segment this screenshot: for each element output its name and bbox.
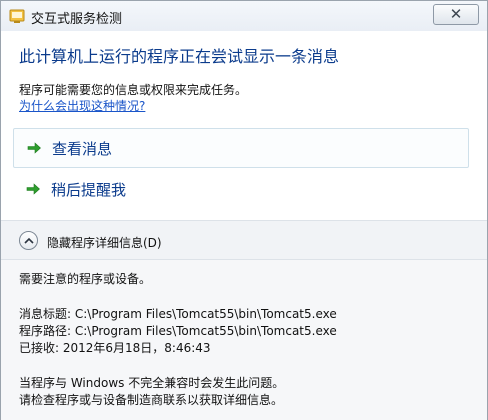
help-link[interactable]: 为什么会出现这种情况? bbox=[19, 97, 145, 114]
remind-later-button[interactable]: 稍后提醒我 bbox=[13, 169, 469, 209]
green-arrow-icon bbox=[27, 142, 41, 154]
details-intro: 需要注意的程序或设备。 bbox=[19, 272, 152, 286]
details-program-path: 程序路径: C:\Program Files\Tomcat55\bin\Tomc… bbox=[19, 324, 337, 338]
view-message-button[interactable]: 查看消息 bbox=[13, 128, 469, 168]
details-note-line1: 当程序与 Windows 不完全兼容时会发生此问题。 bbox=[19, 376, 285, 390]
message-description: 程序可能需要您的信息或权限来完成任务。 bbox=[19, 83, 248, 97]
close-button[interactable]: ✕ bbox=[433, 4, 479, 25]
details-toggle-label[interactable]: 隐藏程序详细信息(D) bbox=[47, 234, 162, 251]
close-icon: ✕ bbox=[449, 5, 463, 23]
title-bar[interactable]: 交互式服务检测 ✕ bbox=[1, 1, 487, 31]
remind-later-label: 稍后提醒我 bbox=[51, 180, 127, 199]
window-app-icon bbox=[9, 9, 25, 23]
chevron-up-icon bbox=[23, 237, 34, 244]
details-message-title: 消息标题: C:\Program Files\Tomcat55\bin\Tomc… bbox=[19, 307, 337, 321]
details-toggle-button[interactable] bbox=[19, 231, 38, 250]
message-heading: 此计算机上运行的程序正在尝试显示一条消息 bbox=[19, 47, 340, 66]
details-received: 已接收: 2012年6月18日，8:46:43 bbox=[19, 341, 211, 355]
details-panel: 需要注意的程序或设备。 消息标题: C:\Program Files\Tomca… bbox=[1, 260, 487, 420]
details-note-line2: 请检查程序或与设备制造商联系以获取详细信息。 bbox=[19, 393, 284, 407]
details-toggle-bar: 隐藏程序详细信息(D) bbox=[1, 220, 487, 260]
window-title: 交互式服务检测 bbox=[31, 12, 123, 27]
view-message-label: 查看消息 bbox=[52, 139, 113, 158]
green-arrow-icon bbox=[26, 183, 40, 195]
dialog-window: 交互式服务检测 ✕ 此计算机上运行的程序正在尝试显示一条消息 程序可能需要您的信… bbox=[0, 0, 488, 420]
